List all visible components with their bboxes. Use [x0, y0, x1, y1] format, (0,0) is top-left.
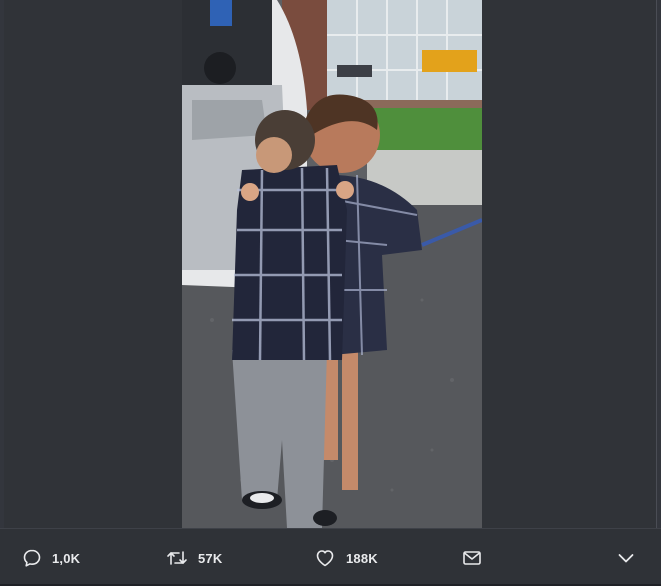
- heart-icon: [314, 548, 336, 568]
- retweet-icon: [166, 548, 188, 568]
- video-frame-image: [182, 0, 482, 528]
- embedded-video[interactable]: [182, 0, 482, 528]
- more-options-button[interactable]: [616, 548, 636, 568]
- retweet-button[interactable]: 57K: [166, 548, 222, 568]
- like-button[interactable]: 188K: [314, 548, 378, 568]
- reply-icon: [22, 548, 42, 568]
- like-count: 188K: [346, 550, 378, 566]
- media-container: [4, 0, 653, 528]
- retweet-count: 57K: [198, 550, 223, 566]
- reply-button[interactable]: 1,0K: [22, 548, 80, 568]
- direct-message-button[interactable]: [462, 548, 482, 568]
- reply-count: 1,0K: [52, 550, 81, 566]
- chevron-down-icon: [616, 548, 636, 568]
- envelope-icon: [462, 548, 482, 568]
- tweet-action-bar: 1,0K 57K 188K: [0, 528, 661, 586]
